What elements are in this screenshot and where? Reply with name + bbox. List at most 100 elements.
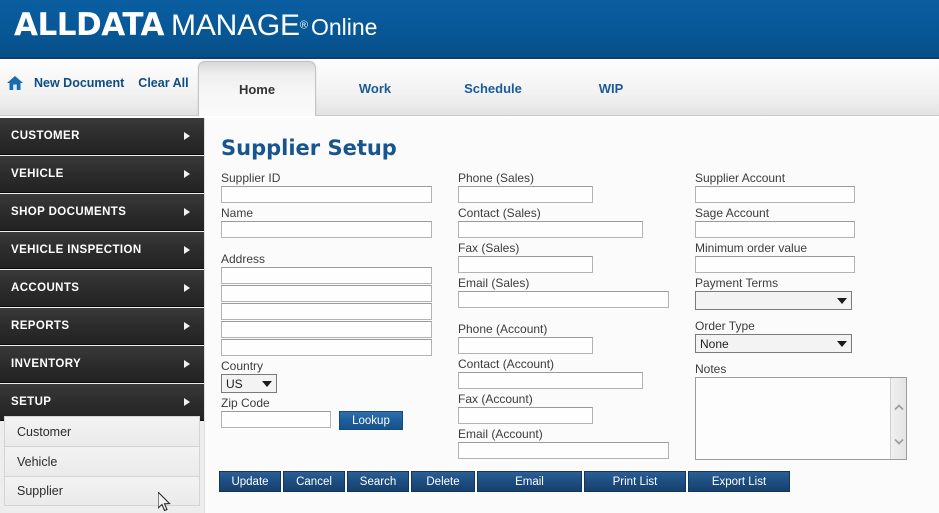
sidebar-item-label: INVENTORY — [11, 358, 82, 370]
scroll-up-icon[interactable] — [894, 398, 904, 411]
minimum-order-value-input[interactable] — [695, 256, 855, 273]
field-email-account: Email (Account) — [458, 426, 686, 459]
chevron-right-icon — [184, 360, 190, 368]
setup-submenu: Customer Vehicle Supplier — [4, 416, 200, 506]
supplier-account-label: Supplier Account — [695, 171, 786, 185]
contact-sales-label: Contact (Sales) — [458, 206, 541, 220]
main-content: Supplier Setup Supplier ID Name Address — [204, 118, 939, 513]
sidebar-item-label: SHOP DOCUMENTS — [11, 206, 127, 218]
phone-sales-label: Phone (Sales) — [458, 171, 535, 185]
fax-account-input[interactable] — [458, 407, 593, 424]
supplier-id-input[interactable] — [221, 186, 432, 203]
new-document-link[interactable]: New Document — [34, 76, 124, 90]
address-line-1-input[interactable] — [221, 267, 432, 284]
delete-button[interactable]: Delete — [411, 471, 475, 492]
email-sales-label: Email (Sales) — [458, 276, 530, 290]
payment-terms-select[interactable] — [695, 291, 852, 310]
address-line-4-input[interactable] — [221, 321, 432, 338]
name-input[interactable] — [221, 221, 432, 238]
export-list-button[interactable]: Export List — [688, 471, 790, 492]
clear-all-link[interactable]: Clear All — [138, 76, 188, 90]
main-tabs: Home Work Schedule WIP — [198, 61, 670, 116]
submenu-item-vehicle[interactable]: Vehicle — [4, 446, 200, 476]
email-sales-input[interactable] — [458, 291, 669, 308]
address-line-5-input[interactable] — [221, 339, 432, 356]
notes-label: Notes — [695, 362, 727, 376]
tab-schedule[interactable]: Schedule — [434, 61, 552, 116]
tab-home[interactable]: Home — [198, 61, 316, 116]
update-button[interactable]: Update — [219, 471, 281, 492]
form-column-middle: Phone (Sales) Contact (Sales) Fax (Sales… — [458, 170, 686, 461]
logo-brand: ALLDATA — [14, 7, 165, 43]
sidebar-item-label: VEHICLE — [11, 168, 64, 180]
app-header: ALLDATA MANAGE® Online — [0, 0, 939, 59]
app-logo: ALLDATA MANAGE® Online — [14, 7, 377, 43]
sidebar-item-customer[interactable]: CUSTOMER — [0, 118, 204, 155]
supplier-id-label: Supplier ID — [221, 171, 281, 185]
home-icon[interactable] — [6, 75, 24, 91]
fax-account-label: Fax (Account) — [458, 392, 533, 406]
submenu-item-supplier[interactable]: Supplier — [4, 476, 200, 506]
search-button[interactable]: Search — [347, 471, 409, 492]
submenu-item-customer[interactable]: Customer — [4, 416, 200, 446]
address-line-2-input[interactable] — [221, 285, 432, 302]
phone-sales-input[interactable] — [458, 186, 593, 203]
contact-account-label: Contact (Account) — [458, 357, 555, 371]
logo-product: MANAGE — [171, 9, 300, 42]
sage-account-label: Sage Account — [695, 206, 770, 220]
field-address: Address — [221, 251, 446, 356]
sidebar-item-inventory[interactable]: INVENTORY — [0, 346, 204, 383]
sidebar-item-label: VEHICLE INSPECTION — [11, 244, 142, 256]
action-button-bar: Update Cancel Search Delete Email Print … — [219, 471, 792, 492]
payment-terms-label: Payment Terms — [695, 276, 779, 290]
tab-wip[interactable]: WIP — [552, 61, 670, 116]
tab-work[interactable]: Work — [316, 61, 434, 116]
email-account-input[interactable] — [458, 442, 669, 459]
email-account-label: Email (Account) — [458, 427, 543, 441]
chevron-down-icon — [262, 381, 272, 387]
field-notes: Notes — [695, 361, 925, 460]
contact-account-input[interactable] — [458, 372, 643, 389]
country-label: Country — [221, 359, 264, 373]
contact-sales-input[interactable] — [458, 221, 643, 238]
chevron-down-icon — [837, 341, 847, 347]
sidebar-item-vehicle[interactable]: VEHICLE — [0, 156, 204, 193]
order-type-select[interactable]: None — [695, 334, 852, 353]
scroll-down-icon[interactable] — [894, 432, 904, 445]
field-fax-sales: Fax (Sales) — [458, 240, 686, 273]
sidebar-item-shop-documents[interactable]: SHOP DOCUMENTS — [0, 194, 204, 231]
sidebar-item-label: ACCOUNTS — [11, 282, 80, 294]
field-phone-sales: Phone (Sales) — [458, 170, 686, 203]
lookup-button[interactable]: Lookup — [339, 411, 403, 430]
field-contact-account: Contact (Account) — [458, 356, 686, 389]
field-order-type: Order Type None — [695, 318, 925, 353]
notes-scrollbar[interactable] — [890, 378, 906, 459]
form-column-right: Supplier Account Sage Account Minimum or… — [695, 170, 925, 462]
supplier-account-input[interactable] — [695, 186, 855, 203]
country-select[interactable]: US — [221, 374, 277, 393]
chevron-right-icon — [184, 322, 190, 330]
print-list-button[interactable]: Print List — [584, 471, 686, 492]
email-button[interactable]: Email — [477, 471, 582, 492]
chevron-right-icon — [184, 170, 190, 178]
field-supplier-account: Supplier Account — [695, 170, 925, 203]
cancel-button[interactable]: Cancel — [283, 471, 345, 492]
sage-account-input[interactable] — [695, 221, 855, 238]
zip-code-input[interactable] — [221, 411, 331, 428]
address-line-3-input[interactable] — [221, 303, 432, 320]
form-column-left: Supplier ID Name Address Country US Zip … — [221, 170, 446, 432]
notes-textarea[interactable] — [695, 377, 907, 460]
field-zip-code: Zip Code Lookup — [221, 395, 446, 430]
sidebar: CUSTOMER VEHICLE SHOP DOCUMENTS VEHICLE … — [0, 118, 204, 513]
order-type-label: Order Type — [695, 319, 755, 333]
sidebar-item-reports[interactable]: REPORTS — [0, 308, 204, 345]
field-country: Country US — [221, 358, 446, 393]
fax-sales-input[interactable] — [458, 256, 593, 273]
sidebar-item-accounts[interactable]: ACCOUNTS — [0, 270, 204, 307]
chevron-down-icon — [837, 298, 847, 304]
sidebar-item-vehicle-inspection[interactable]: VEHICLE INSPECTION — [0, 232, 204, 269]
phone-account-input[interactable] — [458, 337, 593, 354]
field-payment-terms: Payment Terms — [695, 275, 925, 310]
minimum-order-value-label: Minimum order value — [695, 241, 808, 255]
sidebar-item-label: CUSTOMER — [11, 130, 80, 142]
